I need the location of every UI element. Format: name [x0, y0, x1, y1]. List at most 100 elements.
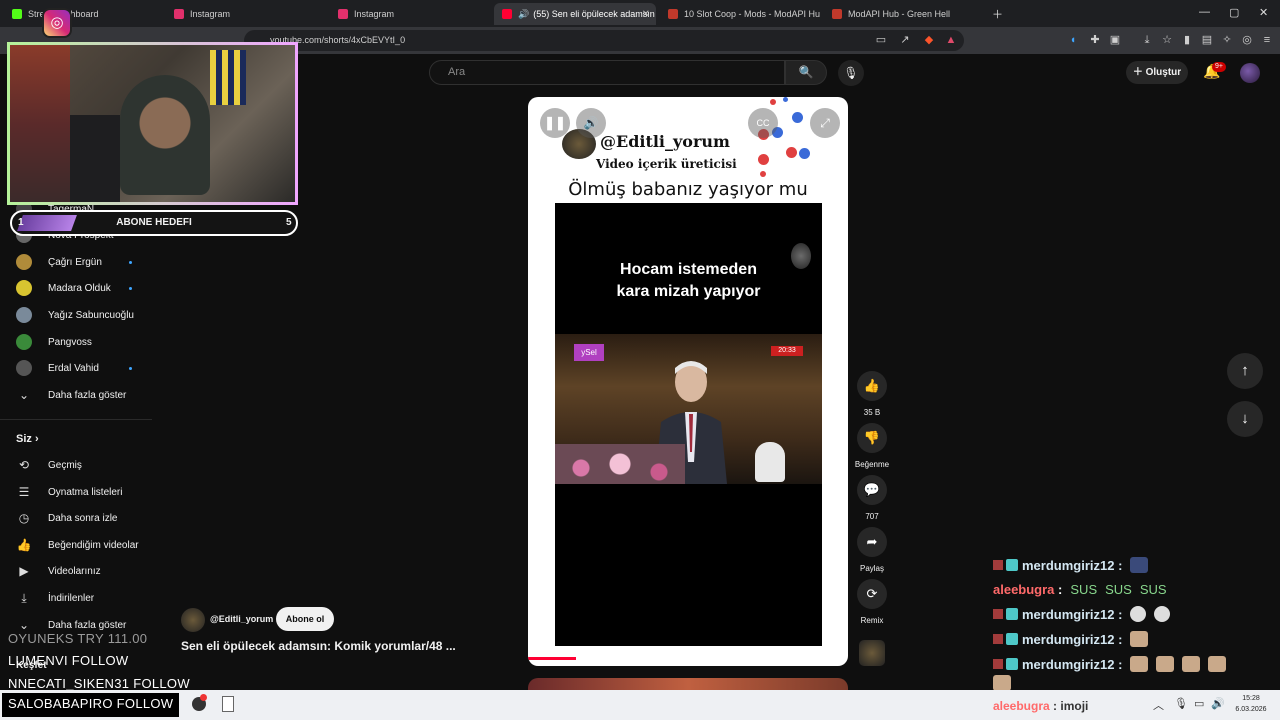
sidebar-item-watch-later[interactable]: ◷ Daha sonra izle: [0, 505, 152, 531]
previous-short-button[interactable]: ↑: [1227, 353, 1263, 389]
search-input[interactable]: Ara: [429, 60, 785, 85]
tab-kick-dashboard[interactable]: Stre... Dashboard: [4, 3, 164, 25]
bookmarks-icon[interactable]: ☆: [1160, 33, 1174, 47]
emote-icon: [1208, 656, 1227, 672]
brave-rewards-icon[interactable]: ▲: [944, 33, 958, 47]
like-reaction-icon: [792, 112, 803, 123]
tv-scene: ySel 20:33: [555, 334, 822, 484]
sub-badge-icon: [1006, 608, 1018, 620]
channel-avatar: [16, 307, 32, 323]
modapi-icon: [668, 9, 678, 19]
chat-message: aleebugra : imoji: [993, 699, 1089, 713]
downloads-icon: ⤓: [21, 590, 27, 605]
sidebar-item-downloads[interactable]: ⤓ İndirilenler: [0, 585, 152, 611]
close-window-icon[interactable]: ✕: [1259, 6, 1268, 19]
playlist-icon: ☰: [18, 485, 30, 499]
goal-label: ABONE HEDEFI: [116, 217, 192, 228]
recording-dot-icon: [200, 694, 207, 701]
video-title[interactable]: Sen eli öpülecek adamsın: Komik yorumlar…: [181, 639, 456, 653]
audio-source-thumbnail[interactable]: [859, 640, 885, 666]
sidebar-icon[interactable]: ▮: [1180, 33, 1194, 47]
download-icon[interactable]: ⤓: [1140, 33, 1154, 47]
remix-button[interactable]: ⟳ Remix: [857, 579, 887, 625]
chevron-up-icon[interactable]: ︿: [1153, 697, 1164, 713]
share-button[interactable]: ➦ Paylaş: [857, 527, 887, 573]
sidebar-item-playlists[interactable]: ☰ Oynatma listeleri: [0, 479, 152, 505]
channel-avatar[interactable]: [181, 608, 205, 632]
shorts-player[interactable]: @Editli_yorum Video içerik üreticisi Ölm…: [528, 97, 848, 666]
comments-button[interactable]: 💬 707: [857, 475, 887, 521]
webcam-overlay: [7, 42, 298, 205]
mic-tray-icon[interactable]: 🎙: [1174, 697, 1188, 710]
create-button[interactable]: ＋ Oluştur: [1126, 61, 1188, 84]
like-button[interactable]: 👍 35 B: [857, 371, 887, 417]
instagram-icon: [174, 9, 184, 19]
vpn-icon[interactable]: ◎: [1240, 33, 1254, 47]
mod-badge-icon: [993, 634, 1003, 644]
network-icon[interactable]: ▭: [1194, 697, 1204, 710]
url-field[interactable]: youtube.com/shorts/4xCbEVYtI_0: [244, 30, 964, 51]
voice-search-button[interactable]: 🎙: [838, 60, 864, 86]
sidebar-show-more-subs[interactable]: ⌄ Daha fazla göster: [0, 382, 152, 408]
mic-icon: 🎙: [843, 66, 859, 80]
tv-time-tag: 20:33: [771, 346, 803, 356]
menu-icon[interactable]: ≡: [1260, 33, 1274, 47]
tv-channel-logo: ySel: [574, 344, 604, 361]
search-button[interactable]: 🔍: [785, 60, 827, 85]
channel-avatar: [16, 334, 32, 350]
pause-button[interactable]: ❚❚: [540, 108, 570, 138]
heart-reaction-icon: [758, 154, 769, 165]
minimize-icon[interactable]: —: [1199, 6, 1210, 18]
dislike-button[interactable]: 👎 Beğenme: [855, 423, 889, 469]
tab-modapi-green-hell[interactable]: ModAPI Hub - Green Hell: [824, 3, 984, 25]
sidebar-item-erdal-vahid[interactable]: Erdal Vahid: [0, 355, 152, 381]
sidebar-item-history[interactable]: ⟲ Geçmiş: [0, 452, 152, 478]
channel-handle[interactable]: @Editli_yorum: [210, 614, 273, 624]
subscribe-button[interactable]: Abone ol: [276, 607, 334, 631]
avatar[interactable]: [1240, 63, 1260, 83]
wallet-icon[interactable]: ▤: [1200, 33, 1214, 47]
tab-modapi-slot[interactable]: 10 Slot Coop - Mods - ModAPI Hub: [660, 3, 820, 25]
audio-icon[interactable]: ◖: [1066, 33, 1080, 47]
tab-instagram-1[interactable]: Instagram: [166, 3, 326, 25]
live-dot: [129, 367, 132, 370]
volume-button[interactable]: 🔊: [576, 108, 606, 138]
tab-instagram-2[interactable]: Instagram: [330, 3, 490, 25]
system-clock[interactable]: 15:28 6.03.2026: [1228, 693, 1274, 715]
sidebar-item-yagiz-sabuncuoglu[interactable]: Yağız Sabuncuoğlu: [0, 302, 152, 328]
sidebar-item-your-videos[interactable]: ▶ Videolarınız: [0, 558, 152, 584]
video-channel-handle: @Editli_yorum: [600, 132, 730, 151]
extensions-icon[interactable]: ✚: [1088, 33, 1102, 47]
stream-alert: OYUNEKS TRY 111.00: [8, 631, 148, 646]
sidebar-section-you[interactable]: Siz ›: [16, 433, 39, 445]
kick-icon: [12, 9, 22, 19]
fullscreen-button[interactable]: ⤢: [810, 108, 840, 138]
tab-youtube-short[interactable]: 🔊 (55) Sen eli öpülecek adamsın ✕: [494, 3, 656, 25]
channel-avatar: [16, 254, 32, 270]
share-icon[interactable]: ↗: [898, 33, 912, 47]
sidebar-item-pangvoss[interactable]: Pangvoss: [0, 329, 152, 355]
video-progress-bar[interactable]: [528, 657, 576, 660]
next-short-button[interactable]: ↓: [1227, 401, 1263, 437]
new-tab-icon[interactable]: ＋: [992, 6, 1003, 22]
sidebar-item-cagri-ergun[interactable]: Çağrı Ergün: [0, 249, 152, 275]
sidebar-item-madara-olduk[interactable]: Madara Olduk: [0, 275, 152, 301]
volume-tray-icon[interactable]: 🔊: [1211, 697, 1225, 710]
leo-icon[interactable]: ✧: [1220, 33, 1234, 47]
remix-icon: ⟳: [857, 579, 887, 609]
maximize-icon[interactable]: ▢: [1229, 6, 1239, 19]
file-icon[interactable]: [222, 696, 234, 712]
cast-icon[interactable]: ▭: [874, 33, 888, 47]
captions-button[interactable]: CC: [748, 108, 778, 138]
comment-icon: 💬: [857, 475, 887, 505]
sidebar-item-liked-videos[interactable]: 👍 Beğendiğim videolar: [0, 532, 152, 558]
close-icon[interactable]: ✕: [642, 9, 650, 20]
screenshot-icon[interactable]: ▣: [1108, 33, 1122, 47]
mod-badge-icon: [993, 560, 1003, 570]
video-channel-subtitle: Video içerik üreticisi: [596, 157, 737, 171]
stream-alert: LUMENVI FOLLOW: [8, 653, 129, 668]
skull-emote-icon: [1130, 606, 1147, 622]
next-short-preview[interactable]: [528, 678, 848, 690]
chat-message: aleebugra : SUS SUS SUS: [993, 582, 1167, 597]
brave-shield-icon[interactable]: ◆: [922, 33, 936, 47]
